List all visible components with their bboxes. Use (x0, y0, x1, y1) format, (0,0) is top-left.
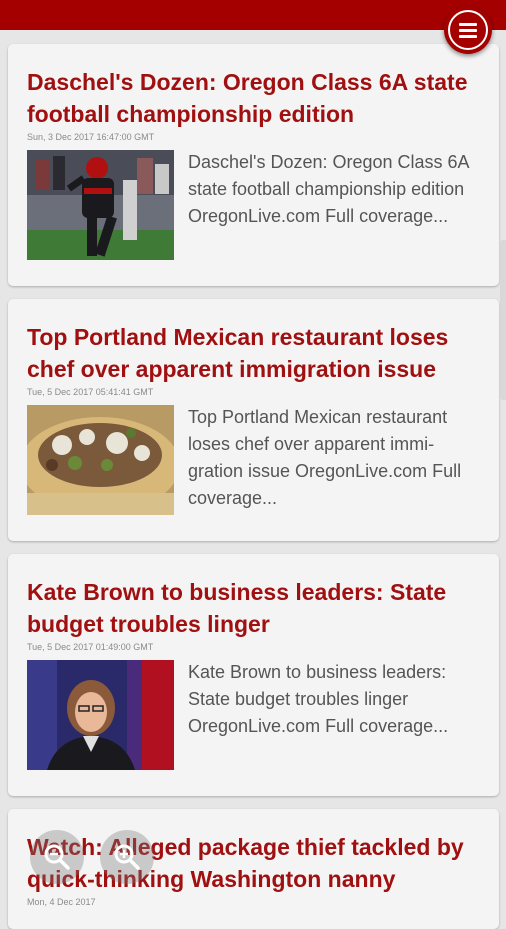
article-summary: Daschel's Dozen: Oregon Class 6A state f… (188, 152, 469, 226)
article-card[interactable]: Top Portland Mexican restaurant loses ch… (8, 299, 499, 541)
zoom-in-icon (114, 844, 140, 870)
zoom-out-icon (44, 844, 70, 870)
article-summary: Top Portland Mexican restaurant loses ch… (188, 407, 462, 508)
article-date: Sun, 3 Dec 2017 16:47:00 GMT (27, 132, 155, 142)
article-date: Tue, 5 Dec 2017 05:41:41 GMT (27, 387, 154, 397)
article-title[interactable]: Watch: Alleged package thief tackled by … (27, 831, 487, 895)
menu-button[interactable] (444, 6, 492, 54)
app-top-bar (0, 0, 506, 30)
article-title[interactable]: Daschel's Dozen: Oregon Class 6A state f… (27, 66, 487, 130)
zoom-in-button[interactable] (100, 830, 154, 884)
zoom-out-button[interactable] (30, 830, 84, 884)
article-card[interactable]: Daschel's Dozen: Oregon Class 6A state f… (8, 44, 499, 286)
article-date: Mon, 4 Dec 2017 (27, 897, 96, 907)
article-summary: Kate Brown to business leaders: State bu… (188, 662, 449, 736)
article-title[interactable]: Top Portland Mexican restaurant loses ch… (27, 321, 487, 385)
article-thumbnail[interactable] (27, 405, 174, 515)
article-card[interactable]: Kate Brown to business leaders: State bu… (8, 554, 499, 796)
article-thumbnail[interactable] (27, 150, 174, 260)
side-scroll-handle[interactable] (500, 240, 506, 400)
article-thumbnail[interactable] (27, 660, 174, 770)
article-title[interactable]: Kate Brown to business leaders: State bu… (27, 576, 487, 640)
hamburger-menu-icon (448, 10, 488, 50)
article-card[interactable]: Watch: Alleged package thief tackled by … (8, 809, 499, 929)
article-date: Tue, 5 Dec 2017 01:49:00 GMT (27, 642, 154, 652)
